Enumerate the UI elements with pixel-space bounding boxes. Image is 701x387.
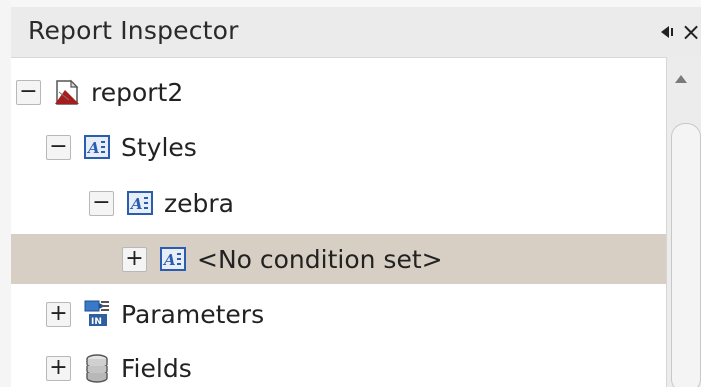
expand-toggle[interactable]: + (46, 355, 71, 381)
report-inspector-panel: Report Inspector × − report2 − A Styles … (0, 0, 701, 387)
frame-top (0, 0, 701, 7)
frame-left (0, 0, 11, 387)
tree-node-label: report2 (91, 77, 184, 107)
svg-text:IN: IN (91, 317, 102, 327)
expand-toggle[interactable]: + (122, 246, 147, 272)
collapse-toggle[interactable]: − (16, 79, 41, 105)
tree-view: − report2 − A Styles − A zebra + A <No c… (11, 57, 666, 387)
close-button[interactable]: × (681, 19, 701, 45)
tree-node-parameters[interactable]: + IN Parameters (46, 289, 264, 339)
report-icon (53, 78, 81, 106)
parameters-icon: IN (83, 300, 111, 328)
scroll-up-arrow-icon[interactable] (675, 75, 687, 83)
svg-text:A: A (129, 195, 143, 213)
tree-node-label: <No condition set> (197, 244, 443, 274)
style-icon: A (126, 189, 154, 217)
vertical-scrollbar[interactable] (666, 57, 701, 387)
tree-node-label: Fields (121, 353, 192, 383)
title-bar: Report Inspector × (11, 7, 701, 57)
svg-text:A: A (86, 139, 100, 157)
panel-title: Report Inspector (28, 16, 239, 45)
collapse-toggle[interactable]: − (46, 134, 71, 160)
svg-text:A: A (162, 251, 176, 269)
close-icon: × (680, 18, 701, 46)
tree-node-label: Parameters (121, 299, 265, 329)
collapse-toggle[interactable]: − (89, 190, 114, 216)
tree-node-label: zebra (164, 188, 234, 218)
style-icon: A (159, 245, 187, 273)
fields-icon (83, 354, 111, 383)
tree-node-report2[interactable]: − report2 (16, 67, 183, 117)
title-tools: × (659, 18, 701, 46)
tree-node-fields[interactable]: + Fields (46, 343, 192, 387)
expand-toggle[interactable]: + (46, 301, 71, 327)
scroll-thumb[interactable] (671, 123, 701, 387)
tree-node-styles[interactable]: − A Styles (46, 122, 197, 172)
tree-node-no-condition[interactable]: + A <No condition set> (11, 234, 666, 284)
tree-node-label: Styles (121, 132, 197, 162)
dock-arrow-icon[interactable] (659, 19, 679, 45)
style-icon: A (83, 133, 111, 161)
tree-node-zebra[interactable]: − A zebra (89, 178, 234, 228)
